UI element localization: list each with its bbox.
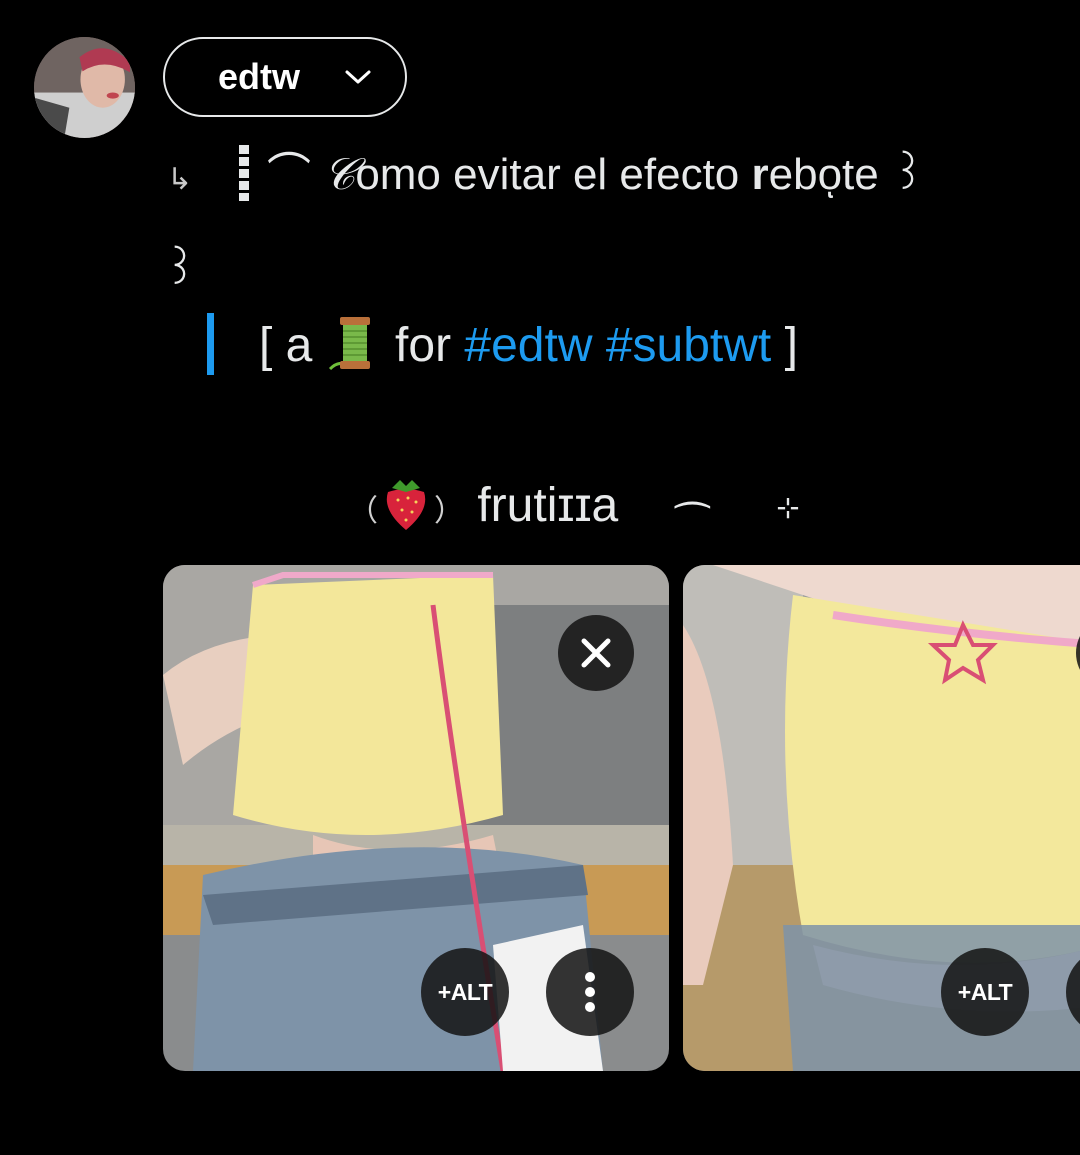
arc-glyph: ⌒ bbox=[267, 150, 311, 199]
close-icon bbox=[581, 638, 611, 668]
sparkle-glyph: ⊹ bbox=[776, 492, 800, 523]
paren-open: （ bbox=[348, 495, 378, 528]
dashed-bar bbox=[239, 145, 249, 202]
script-c: 𝒞 bbox=[323, 149, 356, 200]
more-vertical-icon bbox=[585, 972, 595, 1012]
post-line-2: ꒱ bbox=[163, 245, 198, 294]
post-line-4: （ ） frutiɪɪa ⁀ ⊹ bbox=[348, 475, 800, 548]
quote-bar bbox=[207, 313, 214, 376]
arc-glyph: ⁀ bbox=[676, 504, 709, 548]
avatar-photo bbox=[34, 37, 135, 138]
strawberry-icon bbox=[386, 480, 426, 531]
bold-letter: r bbox=[751, 150, 769, 199]
word: frutiɪɪa bbox=[477, 479, 619, 532]
remove-media-button[interactable] bbox=[558, 615, 634, 691]
post-line-1: ↳ ⌒ 𝒞omo evitar el efecto reboͅte ꒱ bbox=[167, 145, 925, 210]
account-name: edtw bbox=[217, 56, 300, 97]
post-text: [ a bbox=[259, 319, 326, 372]
post-text: for bbox=[381, 319, 465, 372]
add-alt-text-button[interactable]: +ALT bbox=[941, 948, 1029, 1036]
thread-spool-icon bbox=[328, 317, 370, 371]
chevron-down-icon bbox=[345, 70, 371, 84]
media-image-1[interactable]: +ALT bbox=[163, 565, 669, 1071]
avatar[interactable] bbox=[34, 37, 135, 138]
reply-arrow: ↳ bbox=[167, 163, 193, 196]
hashtag-link[interactable]: #edtw bbox=[464, 319, 592, 372]
hashtag-link[interactable]: #subtwt bbox=[606, 319, 771, 372]
post-line-3: [ a for #edtw #subtwt ] bbox=[207, 313, 798, 379]
account-switcher-button[interactable]: edtw bbox=[163, 37, 407, 117]
post-text: ] bbox=[771, 319, 798, 372]
media-options-button[interactable] bbox=[546, 948, 634, 1036]
media-image-2[interactable]: +ALT bbox=[683, 565, 1080, 1071]
post-text: omo evitar el efecto bbox=[355, 150, 752, 199]
add-alt-text-button[interactable]: +ALT bbox=[421, 948, 509, 1036]
post-text: eboͅte ꒱ bbox=[768, 150, 926, 199]
paren-close: ） bbox=[434, 495, 464, 528]
